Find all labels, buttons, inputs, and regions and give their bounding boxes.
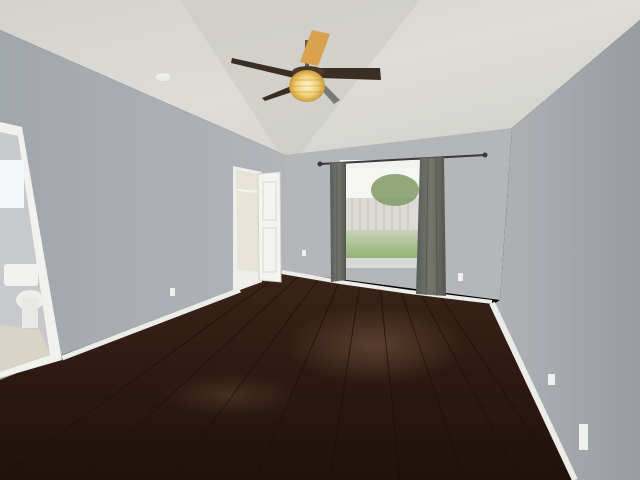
outlet-back-wall-left: [302, 250, 306, 256]
bedroom-illustration: [0, 0, 640, 480]
outlet-right-wall: [548, 374, 555, 385]
closet-interior: [236, 170, 258, 272]
curtain-rod-finial-right: [482, 152, 488, 158]
outlet-back-wall: [458, 273, 463, 281]
curtain-rod-finial-left: [317, 161, 323, 167]
window-tree: [371, 174, 419, 206]
bedroom-photo: [0, 0, 640, 480]
smoke-detector: [156, 73, 170, 81]
closet-door: [257, 171, 282, 283]
curtain-right: [416, 157, 446, 296]
curtain-left: [330, 162, 346, 282]
window-lawn: [346, 230, 420, 260]
outlet-right-wall-lower: [579, 424, 588, 450]
fan-blade-right: [318, 68, 381, 80]
floor-reflection-lamp: [160, 373, 300, 417]
bathroom-window: [0, 160, 24, 208]
window-sill: [340, 258, 425, 268]
outlet-left-wall: [170, 288, 175, 296]
